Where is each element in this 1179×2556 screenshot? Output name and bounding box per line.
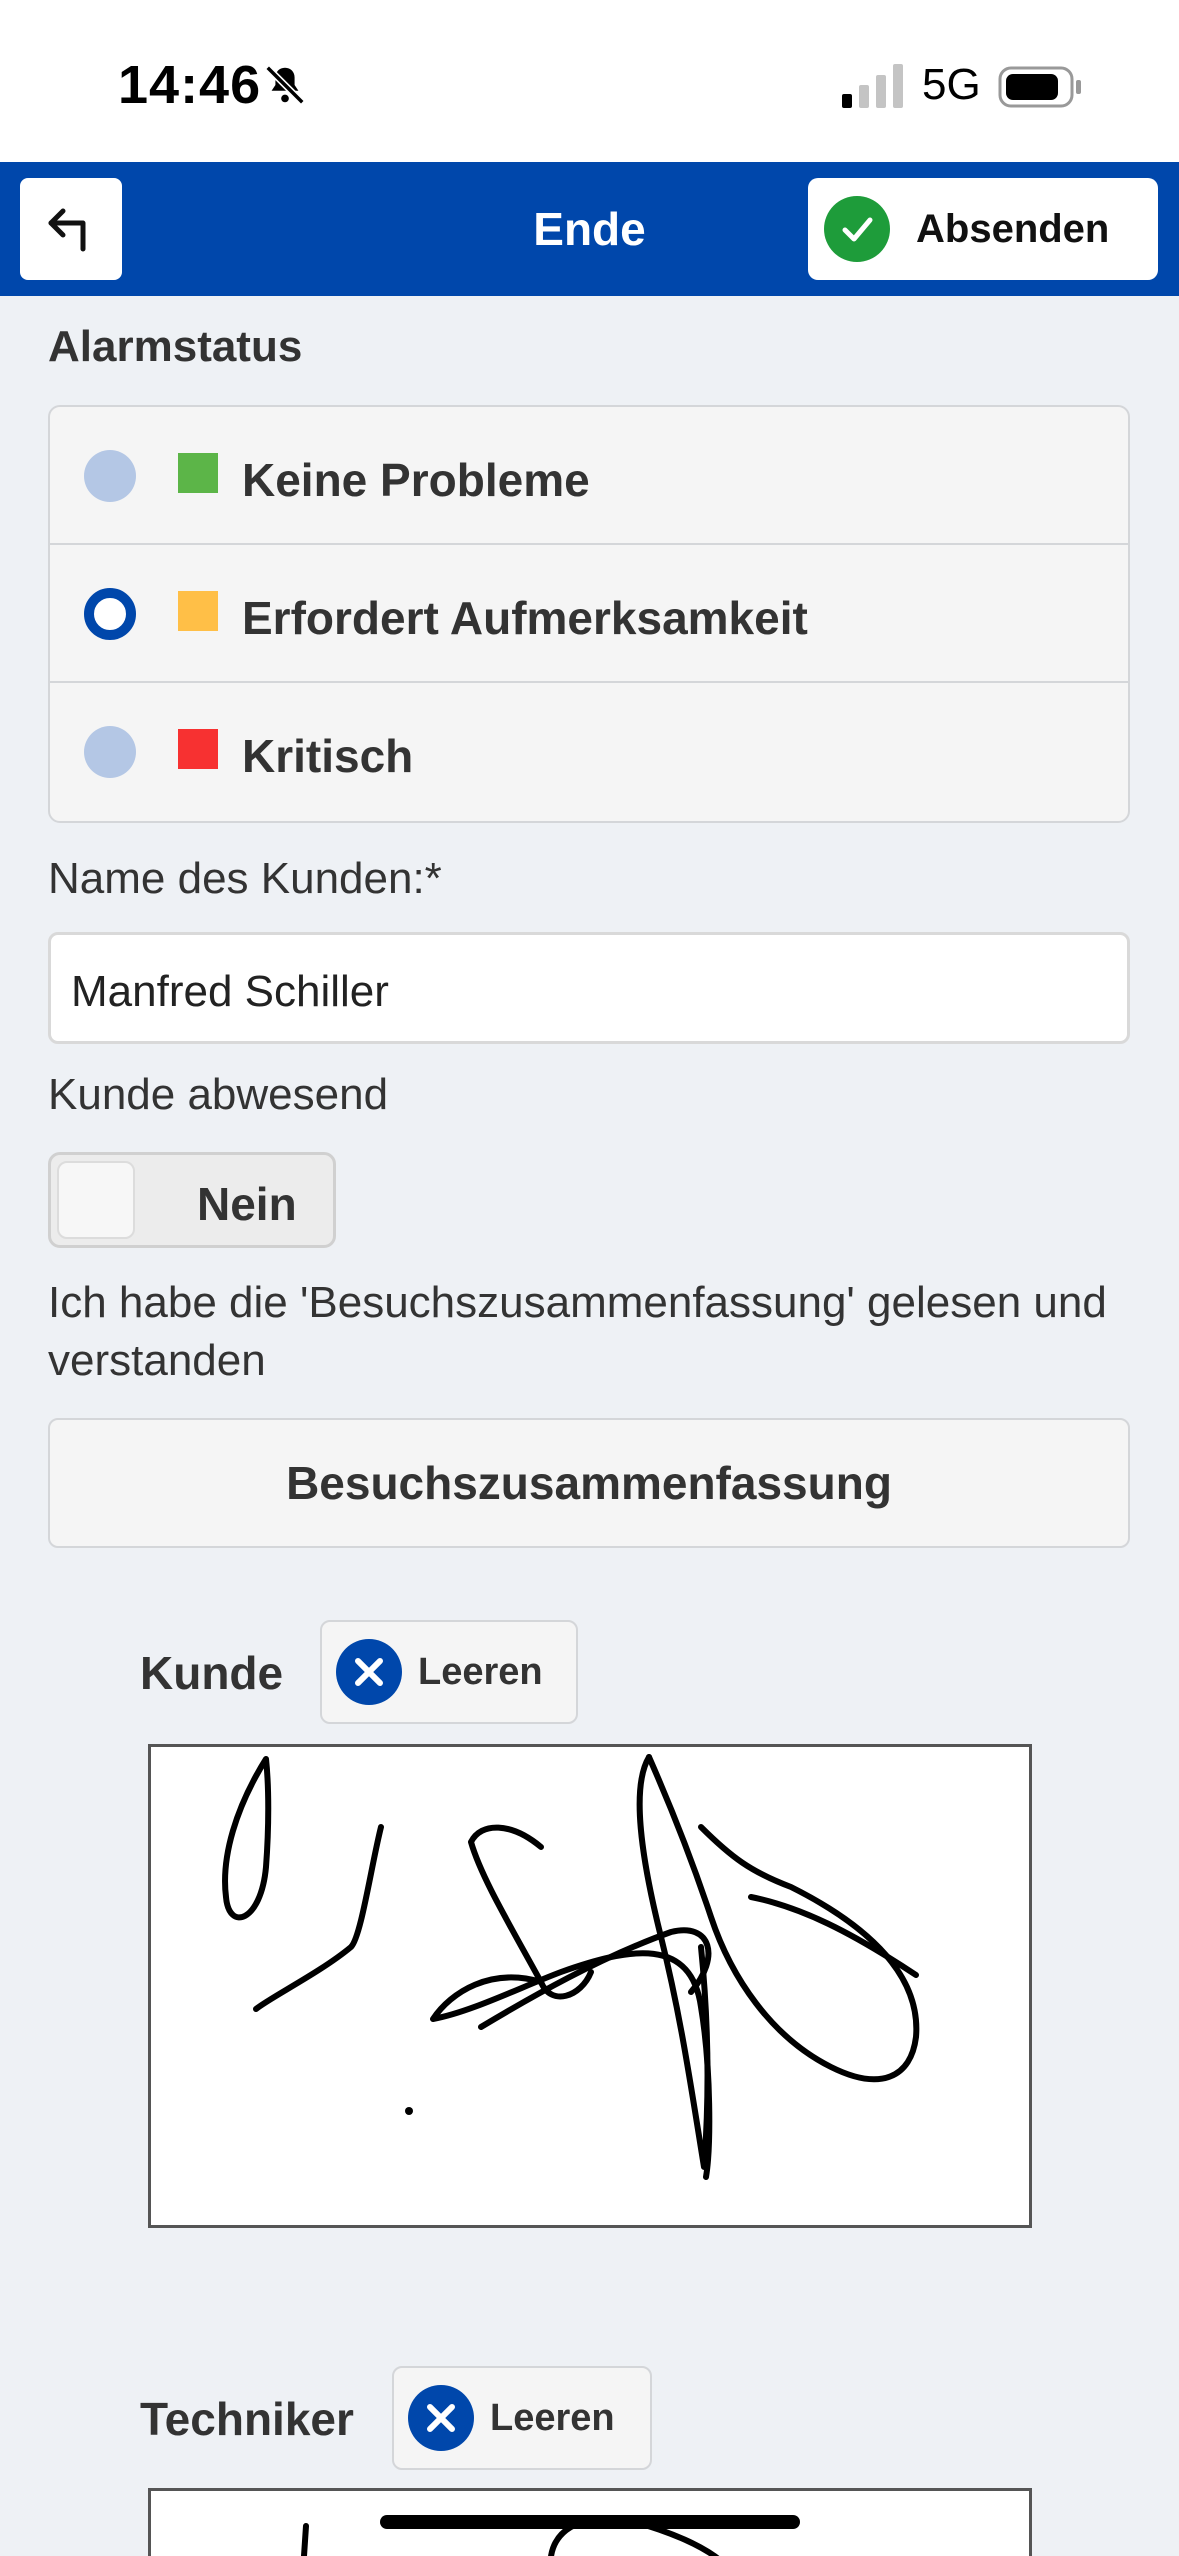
visit-summary-button[interactable]: Besuchszusammenfassung [48,1418,1130,1548]
status-time: 14:46 [118,55,262,115]
app-header: Ende Absenden [0,162,1179,296]
clear-button-label: Leeren [490,2396,615,2439]
radio-button-selected[interactable] [84,588,136,640]
status-bar: 14:46 5G [0,0,1179,162]
radio-button[interactable] [84,450,136,502]
alarm-status-radio-group: Keine Probleme Erfordert Aufmerksamkeit … [48,405,1130,823]
battery-icon [998,66,1081,108]
send-button-label: Absenden [916,206,1110,251]
radio-option-critical[interactable]: Kritisch [50,683,1128,821]
bell-muted-icon [265,65,305,105]
network-type: 5G [922,60,981,109]
toggle-label: Nein [197,1178,297,1230]
customer-signature-title: Kunde [140,1647,284,1699]
orange-status-square-icon [178,591,218,631]
customer-absent-label: Kunde abwesend [48,1070,389,1119]
clear-customer-signature-button[interactable]: Leeren [320,1620,578,1724]
send-button[interactable]: Absenden [808,178,1158,280]
radio-option-needs-attention[interactable]: Erfordert Aufmerksamkeit [50,545,1128,683]
toggle-knob [57,1161,135,1239]
radio-button[interactable] [84,726,136,778]
close-icon [408,2385,474,2451]
check-icon [824,196,890,262]
summary-confirmation-text: Ich habe die 'Besuchszusammenfassung' ge… [48,1278,1107,1385]
radio-option-no-problems[interactable]: Keine Probleme [50,407,1128,545]
technician-signature-title: Techniker [140,2393,354,2445]
red-status-square-icon [178,729,218,769]
customer-signature-pad[interactable] [148,1744,1032,2228]
radio-label: Keine Probleme [242,454,590,506]
signal-icon [842,64,903,108]
radio-label: Erfordert Aufmerksamkeit [242,592,808,644]
customer-name-input[interactable]: Manfred Schiller [48,932,1130,1044]
clear-technician-signature-button[interactable]: Leeren [392,2366,652,2470]
close-icon [336,1639,402,1705]
radio-label: Kritisch [242,730,414,782]
home-indicator[interactable] [380,2515,800,2529]
customer-signature-stroke [222,1754,920,2180]
green-status-square-icon [178,453,218,493]
customer-name-label: Name des Kunden:* [48,854,442,903]
clear-button-label: Leeren [418,1650,543,1693]
alarm-status-label: Alarmstatus [48,322,303,371]
customer-absent-toggle[interactable]: Nein [48,1152,336,1248]
